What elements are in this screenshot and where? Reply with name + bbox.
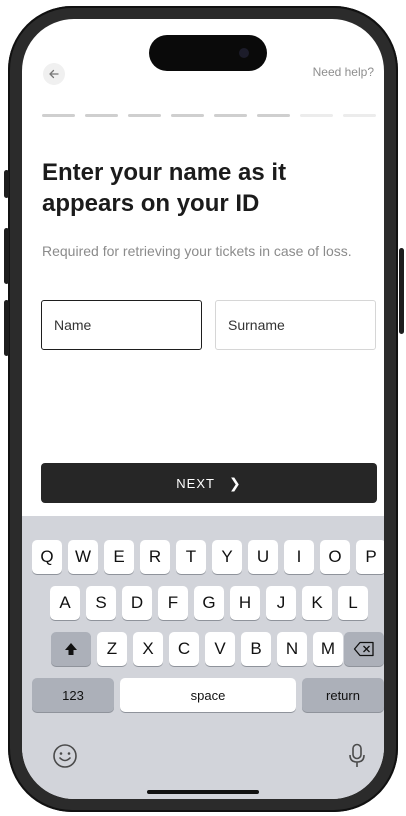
progress-step: [257, 114, 290, 117]
mute-switch: [4, 170, 9, 198]
key-z[interactable]: Z: [97, 632, 127, 666]
key-l[interactable]: L: [338, 586, 368, 620]
key-y[interactable]: Y: [212, 540, 242, 574]
space-key[interactable]: space: [120, 678, 296, 712]
next-button-label: NEXT: [176, 475, 215, 491]
key-h[interactable]: H: [230, 586, 260, 620]
progress-step: [171, 114, 204, 117]
name-input[interactable]: Name: [41, 300, 202, 350]
key-d[interactable]: D: [122, 586, 152, 620]
key-o[interactable]: O: [320, 540, 350, 574]
key-c[interactable]: C: [169, 632, 199, 666]
power-button: [399, 248, 404, 334]
volume-down-button: [4, 300, 9, 356]
page-subtitle: Required for retrieving your tickets in …: [42, 243, 352, 259]
progress-step: [42, 114, 75, 117]
next-button[interactable]: NEXT ❯: [41, 463, 377, 503]
progress-steps: [42, 114, 376, 117]
return-key[interactable]: return: [302, 678, 384, 712]
key-k[interactable]: K: [302, 586, 332, 620]
shift-icon: [65, 643, 77, 655]
backspace-key[interactable]: [344, 632, 384, 666]
emoji-icon[interactable]: [52, 743, 78, 769]
dynamic-island: [149, 35, 267, 71]
home-indicator: [147, 790, 259, 794]
key-j[interactable]: J: [266, 586, 296, 620]
key-b[interactable]: B: [241, 632, 271, 666]
progress-step: [343, 114, 376, 117]
key-u[interactable]: U: [248, 540, 278, 574]
key-s[interactable]: S: [86, 586, 116, 620]
phone-screen: Need help? Enter your name as it appears…: [22, 19, 384, 799]
progress-step: [128, 114, 161, 117]
key-r[interactable]: R: [140, 540, 170, 574]
camera-dot: [239, 48, 249, 58]
backspace-icon: [353, 641, 374, 657]
surname-input[interactable]: Surname: [215, 300, 376, 350]
key-a[interactable]: A: [50, 586, 80, 620]
page-title: Enter your name as it appears on your ID: [42, 159, 287, 217]
numbers-key[interactable]: 123: [32, 678, 114, 712]
key-p[interactable]: P: [356, 540, 384, 574]
key-q[interactable]: Q: [32, 540, 62, 574]
key-f[interactable]: F: [158, 586, 188, 620]
chevron-right-icon: ❯: [228, 474, 242, 491]
keyboard: 123 space return QWERTYUIOP ASDFGHJKL ZXCV…: [22, 516, 384, 799]
key-i[interactable]: I: [284, 540, 314, 574]
progress-step: [214, 114, 247, 117]
progress-step: [85, 114, 118, 117]
arrow-left-icon: [49, 69, 59, 79]
key-m[interactable]: M: [313, 632, 343, 666]
volume-up-button: [4, 228, 9, 284]
key-v[interactable]: V: [205, 632, 235, 666]
shift-key[interactable]: [51, 632, 91, 666]
need-help-link[interactable]: Need help?: [313, 65, 374, 79]
key-n[interactable]: N: [277, 632, 307, 666]
microphone-icon[interactable]: [348, 743, 366, 769]
key-x[interactable]: X: [133, 632, 163, 666]
key-e[interactable]: E: [104, 540, 134, 574]
back-button[interactable]: [43, 63, 65, 85]
key-g[interactable]: G: [194, 586, 224, 620]
key-w[interactable]: W: [68, 540, 98, 574]
key-t[interactable]: T: [176, 540, 206, 574]
progress-step: [300, 114, 333, 117]
